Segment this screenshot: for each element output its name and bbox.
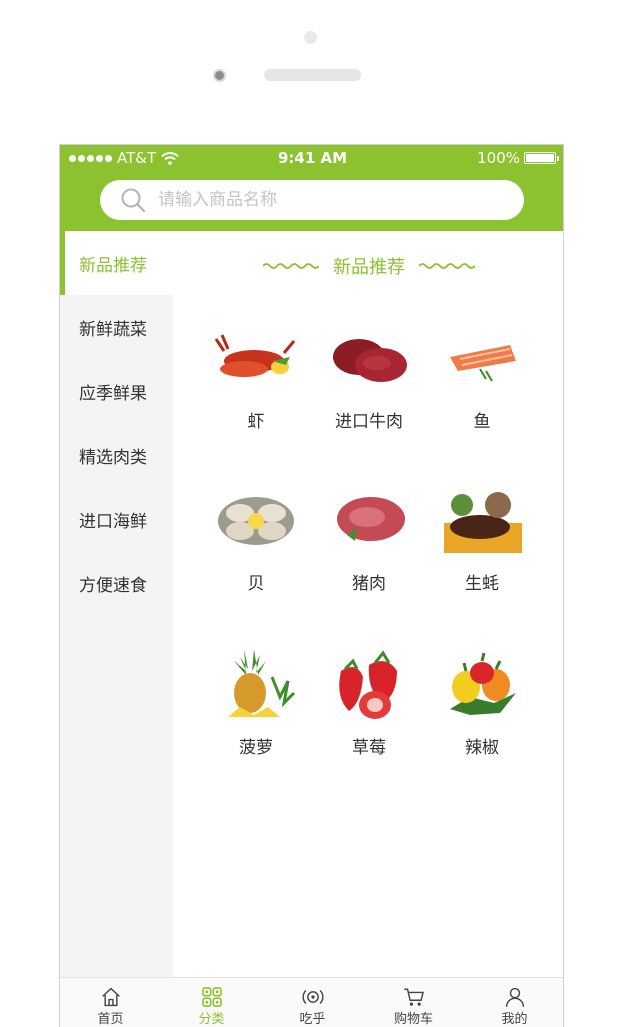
shrimp-image [214, 334, 296, 377]
salmon-image [450, 345, 516, 382]
category-sidebar: 新品推荐 新鲜蔬菜 应季鲜果 精选肉类 进口海鲜 方便速食 [60, 231, 173, 981]
strawberry-image [339, 650, 397, 719]
tab-category[interactable]: 分类 [161, 978, 262, 1027]
tab-label: 吃乎 [299, 1012, 326, 1027]
sidebar-item-seafood[interactable]: 进口海鲜 [60, 487, 173, 551]
battery-icon [524, 152, 559, 164]
tab-cart[interactable]: 购物车 [363, 978, 464, 1027]
sidebar-item-new[interactable]: 新品推荐 [60, 231, 173, 295]
phone-device: AT&T 9:41 AM 100% 请输入商品名称 新品推荐 新鲜蔬菜 应季鲜果… [0, 0, 619, 1027]
tab-chihu[interactable]: 吃乎 [262, 978, 363, 1027]
tab-label: 购物车 [393, 1012, 433, 1027]
product-fish[interactable]: 鱼 [427, 321, 537, 432]
pork-image [337, 497, 405, 541]
section-title: 新品推荐 [333, 257, 405, 278]
oyster-image [218, 497, 294, 545]
product-label: 菠萝 [239, 738, 273, 758]
product-shrimp[interactable]: 虾 [201, 321, 311, 432]
sea-cucumber-image [444, 492, 522, 553]
category-icon [201, 987, 222, 1007]
product-label: 虾 [247, 412, 265, 432]
product-label: 贝 [247, 574, 265, 594]
tab-label: 首页 [97, 1012, 124, 1027]
tab-label: 我的 [501, 1012, 528, 1027]
wave-decoration-left [263, 263, 319, 269]
front-camera [213, 69, 226, 82]
product-pineapple[interactable]: 菠萝 [201, 647, 311, 758]
search-input[interactable] [158, 190, 498, 210]
product-pepper[interactable]: 辣椒 [427, 647, 537, 758]
pineapple-image [228, 649, 296, 717]
section-header: 新品推荐 [173, 253, 563, 279]
search-box[interactable] [100, 180, 524, 220]
product-label: 生蚝 [465, 574, 499, 594]
wave-decoration-right [419, 263, 475, 269]
product-label: 草莓 [352, 738, 386, 758]
camera-dot [304, 31, 317, 44]
home-icon [101, 987, 120, 1007]
tab-label: 分类 [198, 1012, 225, 1027]
status-bar: AT&T 9:41 AM 100% [60, 145, 563, 171]
speaker-grille [264, 69, 361, 81]
product-label: 进口牛肉 [335, 412, 403, 432]
sidebar-item-vegetables[interactable]: 新鲜蔬菜 [60, 295, 173, 359]
product-oyster[interactable]: 生蚝 [427, 483, 537, 594]
product-label: 鱼 [473, 412, 491, 432]
app-screen: AT&T 9:41 AM 100% 请输入商品名称 新品推荐 新鲜蔬菜 应季鲜果… [59, 144, 564, 1027]
bottom-tab-bar: 首页 分类 吃乎 购物车 我的 [60, 977, 563, 1027]
sidebar-item-meat[interactable]: 精选肉类 [60, 423, 173, 487]
tab-mine[interactable]: 我的 [464, 978, 563, 1027]
product-beef[interactable]: 进口牛肉 [314, 321, 424, 432]
beef-image [333, 339, 407, 382]
battery-percent: 100% [477, 149, 520, 167]
search-icon [121, 188, 146, 213]
category-content: 新品推荐 虾 进口牛肉 鱼 贝 猪肉 生蚝 菠萝 草莓 辣椒 [173, 231, 563, 981]
product-shellfish[interactable]: 贝 [201, 483, 311, 594]
tab-home[interactable]: 首页 [60, 978, 161, 1027]
sidebar-item-instant[interactable]: 方便速食 [60, 551, 173, 615]
header-bar: AT&T 9:41 AM 100% [60, 145, 563, 231]
cart-icon [403, 988, 424, 1006]
product-label: 猪肉 [352, 574, 386, 594]
product-label: 辣椒 [465, 738, 499, 758]
pepper-image [450, 652, 516, 715]
product-pork[interactable]: 猪肉 [314, 483, 424, 594]
broadcast-icon [301, 990, 324, 1004]
user-icon [505, 987, 524, 1007]
sidebar-item-fruits[interactable]: 应季鲜果 [60, 359, 173, 423]
product-strawberry[interactable]: 草莓 [314, 647, 424, 758]
